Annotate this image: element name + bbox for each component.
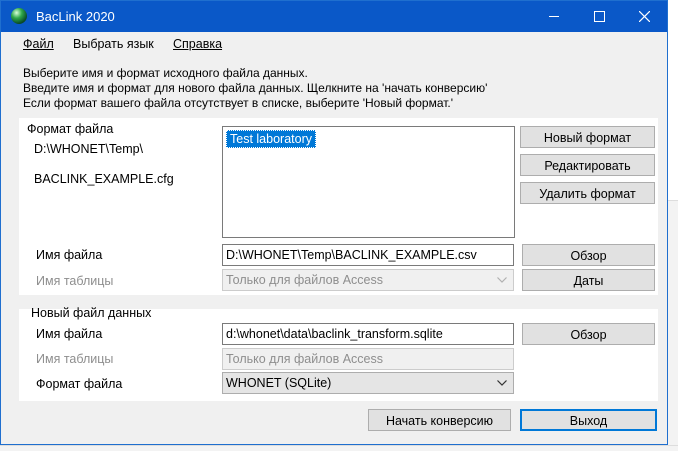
instruction-line-3: Если формат вашего файла отсутствует в с… (23, 96, 454, 110)
start-conversion-button[interactable]: Начать конверсию (368, 409, 511, 431)
background-window-bottom (0, 445, 678, 451)
format-list[interactable]: Test laboratory (222, 126, 515, 238)
target-filename-input[interactable]: d:\whonet\data\baclink_transform.sqlite (222, 323, 514, 345)
close-icon (639, 11, 650, 22)
title-bar: BacLink 2020 (1, 1, 667, 32)
format-list-item-selected[interactable]: Test laboratory (226, 130, 316, 148)
source-table-select: Только для файлов Access (222, 269, 514, 291)
instruction-line-1: Выберите имя и формат исходного файла да… (23, 66, 308, 80)
background-window (668, 200, 678, 451)
window-title: BacLink 2020 (36, 9, 115, 24)
maximize-button[interactable] (577, 1, 622, 32)
new-format-button[interactable]: Новый формат (520, 126, 655, 148)
chevron-down-icon (497, 277, 507, 283)
target-browse-button[interactable]: Обзор (522, 323, 655, 345)
menu-language[interactable]: Выбрать язык (73, 37, 154, 51)
menu-help[interactable]: Справка (173, 37, 222, 51)
minimize-icon (549, 16, 559, 17)
target-table-input: Только для файлов Access (222, 348, 514, 370)
maximize-icon (594, 11, 605, 22)
close-button[interactable] (622, 1, 667, 32)
globe-app-icon (11, 8, 27, 24)
target-format-select[interactable]: WHONET (SQLite) (222, 372, 514, 394)
chevron-down-icon (497, 380, 507, 386)
source-filename-label: Имя файла (36, 248, 103, 262)
source-browse-button[interactable]: Обзор (522, 244, 655, 266)
source-filename-input[interactable]: D:\WHONET\Temp\BACLINK_EXAMPLE.csv (222, 244, 514, 266)
source-table-label: Имя таблицы (36, 274, 114, 288)
target-format-label: Формат файла (36, 377, 123, 391)
target-filename-label: Имя файла (36, 327, 103, 341)
exit-button[interactable]: Выход (520, 409, 657, 431)
target-format-value: WHONET (SQLite) (226, 376, 332, 390)
dates-button[interactable]: Даты (522, 269, 655, 291)
target-table-label: Имя таблицы (36, 352, 114, 366)
menu-file[interactable]: Файл (23, 37, 54, 51)
source-format-label: Формат файла (27, 122, 114, 136)
source-folder-path: D:\WHONET\Temp\ (34, 142, 144, 156)
baclink-window: BacLink 2020 Файл Выбрать язык Справка В… (0, 0, 668, 445)
edit-format-button[interactable]: Редактировать (520, 154, 655, 176)
menu-bar: Файл Выбрать язык Справка (1, 32, 667, 54)
source-table-value: Только для файлов Access (226, 273, 384, 287)
delete-format-button[interactable]: Удалить формат (520, 182, 655, 204)
minimize-button[interactable] (532, 1, 577, 32)
source-config-file: BACLINK_EXAMPLE.cfg (34, 172, 174, 186)
instruction-line-2: Введите имя и формат для нового файла да… (23, 81, 488, 95)
target-section-label: Новый файл данных (31, 306, 152, 320)
